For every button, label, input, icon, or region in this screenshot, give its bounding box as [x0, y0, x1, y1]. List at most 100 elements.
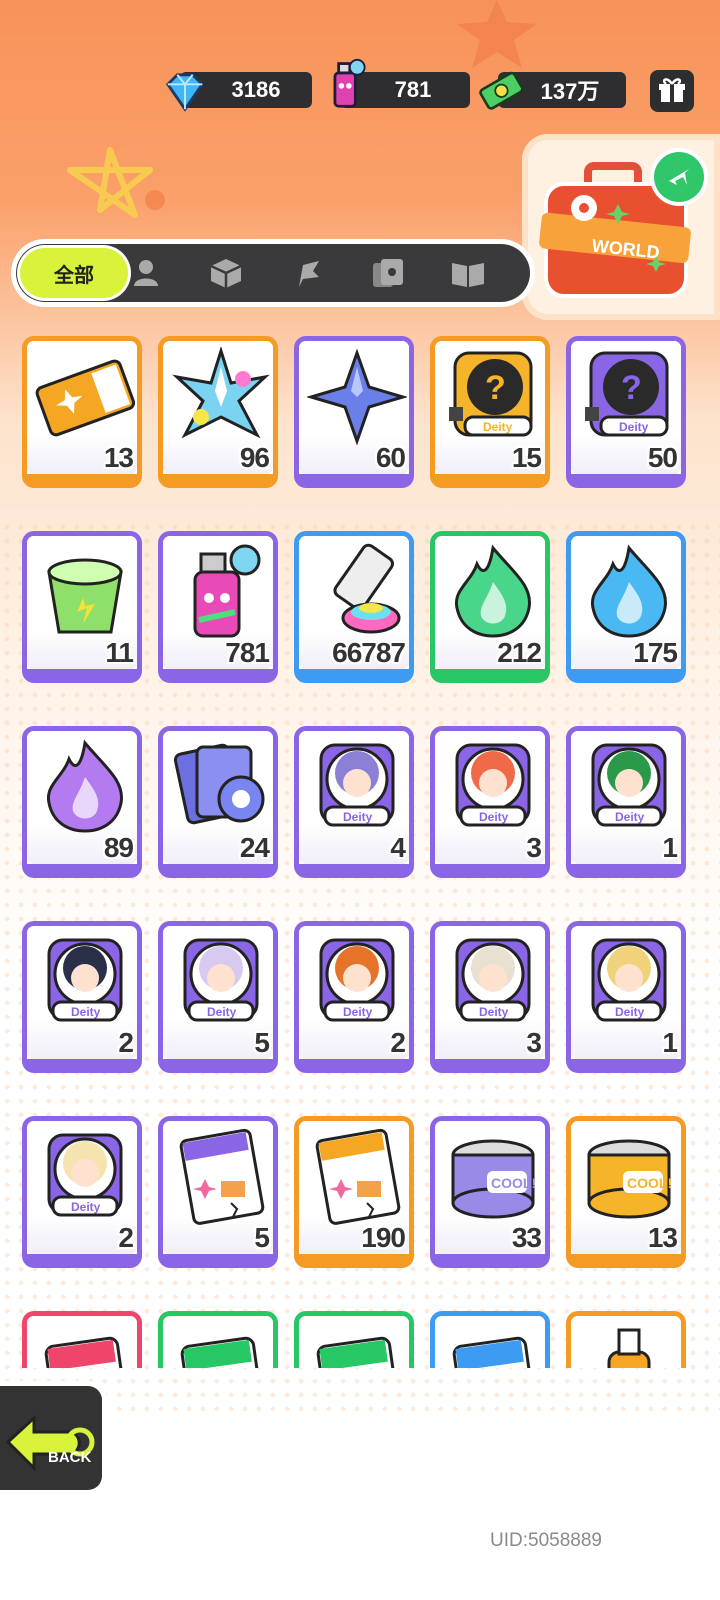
deity-tag-label: Deity [71, 1200, 101, 1214]
item-quantity: 175 [633, 637, 678, 668]
item-quantity: 66787 [332, 637, 406, 668]
svg-text:COOL!: COOL! [627, 1175, 672, 1191]
inventory-item-pack-green[interactable] [158, 1311, 278, 1368]
inventory-item-ticket[interactable]: 13 [22, 336, 142, 488]
deity-tag-label: Deity [615, 1005, 645, 1019]
inventory-item-mystery-deity-gold[interactable]: ? Deity 15 [430, 336, 550, 488]
tab-all[interactable]: 全部 [20, 248, 128, 298]
inventory-item-deity-portrait-8[interactable]: Deity 1 [566, 921, 686, 1073]
inventory-item-rainbow-star[interactable]: 96 [158, 336, 278, 488]
tape-cards-icon [173, 743, 265, 825]
tab-boxes[interactable] [198, 252, 254, 294]
sticker-pack-purple-icon [179, 1128, 265, 1225]
category-tab-bar: 全部 [16, 244, 530, 302]
inventory-grid: 13 96 60? Deity 15? Deity 50 11 781 66787 212 175 89… [22, 336, 698, 1368]
inventory-item-deity-portrait-7[interactable]: Deity 3 [430, 921, 550, 1073]
cards-icon [373, 259, 403, 287]
inventory-item-bottle[interactable] [566, 1311, 686, 1368]
inventory-item-deity-portrait-2[interactable]: Deity 3 [430, 726, 550, 878]
back-label: BACK [48, 1449, 91, 1466]
item-quantity: 1 [662, 1027, 678, 1058]
spray-can-icon [193, 544, 261, 638]
deity-portrait-3-icon: Deity [591, 743, 667, 827]
gift-button[interactable] [650, 70, 694, 112]
item-quantity: 96 [239, 442, 270, 473]
inventory-item-pack-green-2[interactable] [294, 1311, 414, 1368]
item-quantity: 50 [647, 442, 678, 473]
cool-can-purple-icon: COOL! [451, 1139, 536, 1219]
inventory-item-cool-can-purple[interactable]: COOL! 33 [430, 1116, 550, 1268]
item-quantity: 1 [662, 832, 678, 863]
tab-flags[interactable] [280, 252, 336, 294]
item-quantity: 190 [361, 1222, 406, 1253]
green-flame-icon [454, 544, 531, 638]
deity-tag-label: Deity [619, 420, 649, 434]
inventory-item-paint-tube[interactable]: 66787 [294, 531, 414, 683]
item-quantity: 13 [103, 442, 134, 473]
cash-amount: 137万 [540, 79, 600, 104]
gift-icon [659, 78, 685, 102]
inventory-item-deity-portrait-9[interactable]: Deity 2 [22, 1116, 142, 1268]
paint-tube-icon [333, 543, 401, 634]
inventory-item-deity-portrait-3[interactable]: Deity 1 [566, 726, 686, 878]
cool-can-orange-icon: COOL! [587, 1139, 672, 1219]
inventory-item-blue-star[interactable]: 60 [294, 336, 414, 488]
deity-portrait-6-icon: Deity [319, 938, 395, 1022]
inventory-item-sticker-pack-orange[interactable]: 190 [294, 1116, 414, 1268]
blue-flame-icon [590, 544, 667, 638]
inventory-item-deity-portrait-6[interactable]: Deity 2 [294, 921, 414, 1073]
inventory-item-purple-flame[interactable]: 89 [22, 726, 142, 878]
inventory-item-tape-cards[interactable]: 24 [158, 726, 278, 878]
user-id-label: UID:5058889 [490, 1530, 602, 1551]
tab-book[interactable] [440, 252, 496, 294]
deity-tag-label: Deity [343, 810, 373, 824]
box-icon [210, 259, 242, 288]
tab-cards[interactable] [360, 252, 416, 294]
inventory-item-sticker-pack-purple[interactable]: 5 [158, 1116, 278, 1268]
ticket-icon [35, 359, 135, 437]
item-quantity: 212 [497, 637, 542, 668]
item-quantity: 3 [526, 832, 542, 863]
deity-portrait-5-icon: Deity [183, 938, 259, 1022]
sticker-pack-orange-icon [315, 1128, 401, 1225]
deity-portrait-4-icon: Deity [47, 938, 123, 1022]
back-button[interactable]: BACK [0, 1386, 102, 1490]
inventory-item-deity-portrait-5[interactable]: Deity 5 [158, 921, 278, 1073]
back-arrow-icon: BACK [5, 1414, 95, 1472]
purple-flame-icon [46, 739, 123, 833]
inventory-item-spray-can[interactable]: 781 [158, 531, 278, 683]
deity-tag-label: Deity [343, 1005, 373, 1019]
item-quantity: 60 [375, 442, 406, 473]
item-quantity: 15 [511, 442, 542, 473]
inventory-item-green-cup[interactable]: 11 [22, 531, 142, 683]
inventory-item-cool-can-orange[interactable]: COOL! 13 [566, 1116, 686, 1268]
green-cup-icon [47, 558, 123, 634]
world-event-panel[interactable]: WORLD [522, 134, 720, 320]
inventory-item-deity-portrait-4[interactable]: Deity 2 [22, 921, 142, 1073]
inventory-item-deity-portrait-1[interactable]: Deity 4 [294, 726, 414, 878]
pack-green-icon [180, 1336, 265, 1368]
rainbow-star-icon [172, 347, 270, 439]
mystery-deity-gold-icon: ? Deity [449, 351, 533, 437]
pack-green-2-icon [316, 1336, 401, 1368]
book-icon [452, 263, 484, 287]
spray-amount: 781 [394, 77, 432, 102]
deity-tag-label: Deity [483, 420, 513, 434]
pack-blue-icon [452, 1336, 537, 1368]
inventory-item-pack-blue[interactable] [430, 1311, 550, 1368]
cash-icon [479, 71, 524, 110]
deity-tag-label: Deity [479, 1005, 509, 1019]
item-quantity: 24 [239, 832, 270, 863]
inventory-item-pack-red[interactable] [22, 1311, 142, 1368]
inventory-item-green-flame[interactable]: 212 [430, 531, 550, 683]
item-quantity: 2 [118, 1027, 134, 1058]
inventory-item-mystery-deity-purple[interactable]: ? Deity 50 [566, 336, 686, 488]
inventory-item-blue-flame[interactable]: 175 [566, 531, 686, 683]
item-quantity: 781 [225, 637, 270, 668]
pack-red-icon [44, 1336, 129, 1368]
item-quantity: 33 [511, 1222, 542, 1253]
svg-text:COOL!: COOL! [491, 1175, 536, 1191]
tab-characters[interactable] [118, 252, 174, 294]
diamond-amount: 3186 [231, 77, 281, 102]
deity-portrait-9-icon: Deity [47, 1133, 123, 1217]
